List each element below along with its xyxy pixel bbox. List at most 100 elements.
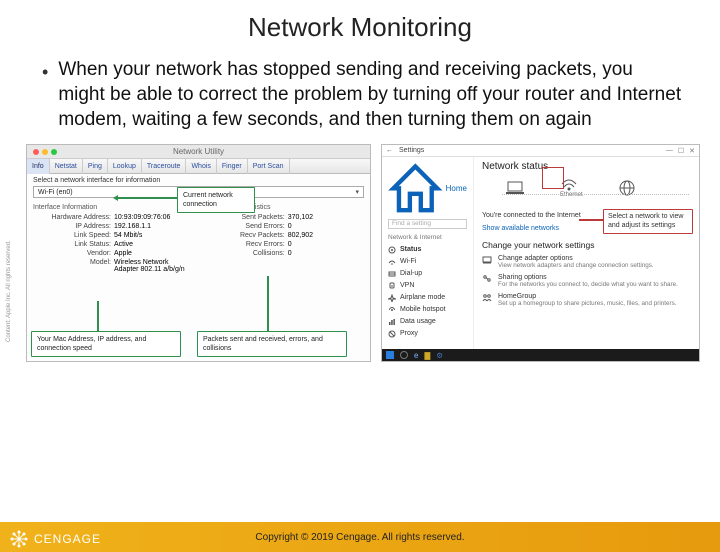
edge-icon[interactable]: e [414, 351, 418, 360]
win-option-title: HomeGroup [498, 293, 677, 300]
bullet-text: When your network has stopped sending an… [58, 57, 682, 132]
callout-arrow [117, 197, 177, 199]
mac-tab-netstat[interactable]: Netstat [50, 159, 83, 174]
mac-tabs: Info Netstat Ping Lookup Traceroute Whoi… [27, 159, 370, 174]
cortana-icon[interactable] [400, 351, 408, 359]
win-show-networks-link[interactable]: Show available networks [482, 225, 559, 232]
mac-val: 0 [288, 250, 292, 257]
cengage-logo: CENGAGE [10, 530, 101, 548]
win-sidebar-item-proxy[interactable]: Proxy [388, 328, 467, 340]
win-sidebar-label: Status [400, 246, 421, 253]
win-sidebar-item-airplane[interactable]: Airplane mode [388, 292, 467, 304]
mac-close-dot[interactable] [33, 149, 39, 155]
bullet-marker: • [42, 57, 48, 132]
cengage-asterisk-icon [10, 530, 28, 548]
back-arrow-icon[interactable]: ← [386, 147, 393, 154]
win-option-desc: View network adapters and change connect… [498, 262, 654, 269]
mac-tab-info[interactable]: Info [27, 159, 50, 174]
mac-val: 802,902 [288, 232, 313, 239]
win-home-link[interactable]: Home [388, 161, 467, 216]
windows-settings-window: ← Settings — ☐ ✕ Home Find a setting Net… [381, 144, 700, 362]
win-maximize-icon[interactable]: ☐ [678, 147, 684, 155]
bullet-row: • When your network has stopped sending … [0, 57, 720, 132]
win-sidebar-label: Airplane mode [400, 294, 445, 301]
win-option-adapter[interactable]: Change adapter optionsView network adapt… [482, 255, 691, 269]
mac-key: Sent Packets: [215, 214, 285, 221]
win-option-homegroup[interactable]: HomeGroupSet up a homegroup to share pic… [482, 293, 691, 307]
mac-stat-row: Send Errors:0 [215, 223, 364, 230]
mac-key: Recv Errors: [215, 241, 285, 248]
mac-titlebar: Network Utility [27, 145, 370, 159]
win-taskbar: e ▇ ⚙ [382, 349, 699, 361]
mac-tab-portscan[interactable]: Port Scan [248, 159, 290, 174]
win-home-label: Home [446, 184, 467, 193]
mac-key: IP Address: [33, 223, 111, 230]
mac-val: 0 [288, 223, 292, 230]
footer-copyright: Copyright © 2019 Cengage. All rights res… [255, 532, 464, 543]
win-main-heading: Network status [482, 161, 691, 172]
mac-stat-row: Collisions:0 [215, 250, 364, 257]
windows-start-icon[interactable] [386, 351, 394, 359]
win-network-diagram: Ethernet [506, 178, 691, 198]
callout-mac-address: Your Mac Address, IP address, and connec… [31, 331, 181, 357]
mac-tab-whois[interactable]: Whois [186, 159, 216, 174]
win-option-title: Change adapter options [498, 255, 654, 262]
wifi-icon [388, 258, 396, 266]
mac-tab-finger[interactable]: Finger [217, 159, 248, 174]
wifi-icon-label: Ethernet [560, 192, 583, 198]
win-sidebar-label: Proxy [400, 330, 418, 337]
mac-left-heading: Interface Information [33, 204, 185, 211]
win-sidebar-label: Dial-up [400, 270, 422, 277]
mac-minimize-dot[interactable] [42, 149, 48, 155]
mac-select-label: Select a network interface for informati… [27, 174, 370, 184]
win-sidebar-item-data[interactable]: Data usage [388, 316, 467, 328]
mac-tab-traceroute[interactable]: Traceroute [142, 159, 187, 174]
mac-stat-row: Recv Errors:0 [215, 241, 364, 248]
win-search-placeholder: Find a setting [392, 220, 431, 227]
mac-key: Link Status: [33, 241, 111, 248]
win-search-input[interactable]: Find a setting [388, 219, 467, 229]
win-main-area: Network status Ethernet You're connected… [474, 157, 699, 349]
mac-key: Recv Packets: [215, 232, 285, 239]
settings-icon[interactable]: ⚙ [436, 351, 443, 360]
mac-network-utility-window: Network Utility Info Netstat Ping Lookup… [26, 144, 371, 362]
mac-key: Collisions: [215, 250, 285, 257]
mac-val: 370,102 [288, 214, 313, 221]
mac-tab-ping[interactable]: Ping [83, 159, 108, 174]
win-sidebar-item-dialup[interactable]: Dial-up [388, 268, 467, 280]
win-change-heading: Change your network settings [482, 240, 691, 250]
win-sidebar: Home Find a setting Network & Internet S… [382, 157, 474, 349]
mac-key: Hardware Address: [33, 214, 111, 221]
mac-stat-row: Sent Packets:370,102 [215, 214, 364, 221]
win-sidebar-item-vpn[interactable]: VPN [388, 280, 467, 292]
dialup-icon [388, 270, 396, 278]
mac-val: 0 [288, 241, 292, 248]
highlight-ethernet-icon [542, 167, 564, 189]
hotspot-icon [388, 306, 396, 314]
callout-arrow-3 [267, 276, 269, 331]
cengage-brand-text: CENGAGE [34, 532, 101, 546]
mac-key: Vendor: [33, 250, 111, 257]
win-minimize-icon[interactable]: — [666, 147, 673, 155]
callout-packets: Packets sent and received, errors, and c… [197, 331, 347, 357]
win-sidebar-label: Mobile hotspot [400, 306, 446, 313]
adapter-icon [482, 255, 492, 265]
mac-stat-row: Recv Packets:802,902 [215, 232, 364, 239]
win-sidebar-item-wifi[interactable]: Wi-Fi [388, 256, 467, 268]
win-close-icon[interactable]: ✕ [689, 147, 695, 155]
mac-info-row: Model:Wireless NetworkAdapter 802.11 a/b… [33, 259, 185, 273]
mac-val: 54 Mbit/s [114, 232, 142, 239]
arrow-head-icon [113, 195, 118, 201]
win-option-sharing[interactable]: Sharing optionsFor the networks you conn… [482, 274, 691, 288]
win-sidebar-item-status[interactable]: Status [388, 244, 467, 256]
mac-val: 10:93:09:09:76:06 [114, 214, 170, 221]
mac-window-title: Network Utility [57, 147, 340, 156]
mac-info-row: Link Status:Active [33, 241, 185, 248]
folder-icon[interactable]: ▇ [424, 351, 430, 360]
laptop-icon [506, 181, 524, 195]
win-sidebar-item-hotspot[interactable]: Mobile hotspot [388, 304, 467, 316]
callout-arrow-red [579, 219, 603, 221]
mac-val: Wireless NetworkAdapter 802.11 a/b/g/n [114, 259, 185, 273]
home-icon [388, 161, 443, 216]
mac-tab-lookup[interactable]: Lookup [108, 159, 142, 174]
